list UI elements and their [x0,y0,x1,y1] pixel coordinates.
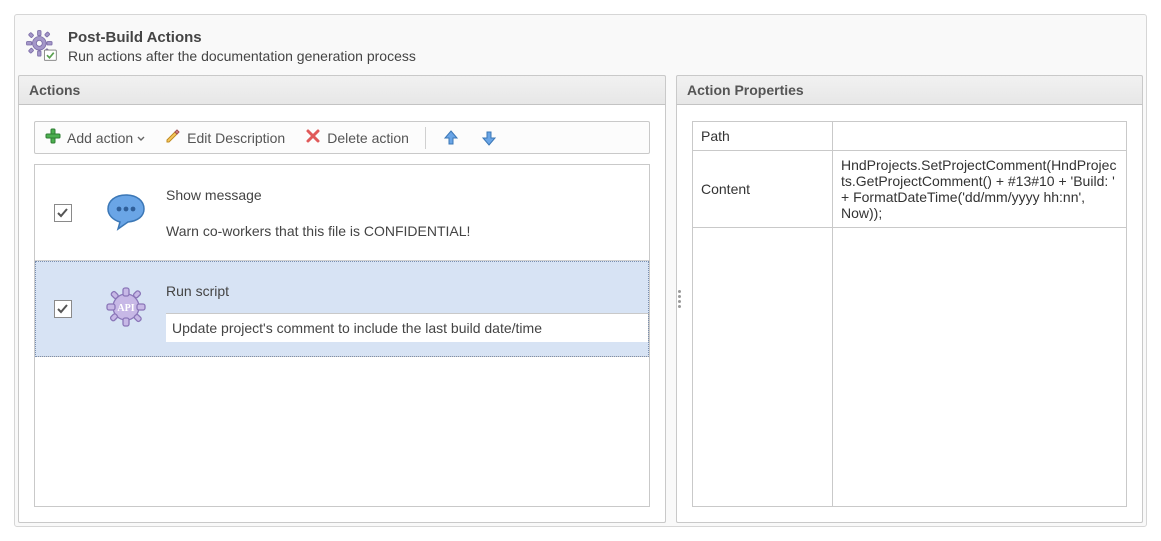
delete-action-button[interactable]: Delete action [301,126,413,149]
action-row[interactable]: API Run script Update project's comment … [35,261,649,357]
move-down-button[interactable] [476,127,502,149]
property-value[interactable]: HndProjects.SetProjectComment(HndProject… [833,151,1127,228]
property-grid-empty [693,228,1127,507]
action-description-editing[interactable]: Update project's comment to include the … [166,313,649,342]
move-up-button[interactable] [438,127,464,149]
property-key: Path [693,122,833,151]
actions-column: Actions Add action [18,75,666,523]
plus-icon [45,128,61,147]
actions-section-title: Actions [18,75,666,105]
action-checkbox[interactable] [54,300,72,318]
property-row[interactable]: Content HndProjects.SetProjectComment(Hn… [693,151,1127,228]
panel-header: Post-Build Actions Run actions after the… [18,18,1143,75]
svg-text:API: API [117,303,134,314]
edit-description-label: Edit Description [187,130,285,146]
action-title: Run script [166,283,649,299]
splitter-handle[interactable] [678,290,681,308]
property-row[interactable]: Path [693,122,1127,151]
action-checkbox[interactable] [54,204,72,222]
delete-action-label: Delete action [327,130,409,146]
post-build-actions-panel: Post-Build Actions Run actions after the… [14,14,1147,527]
speech-bubble-icon [102,187,150,238]
action-row[interactable]: Show message Warn co-workers that this f… [35,165,649,261]
pencil-icon [165,128,181,147]
actions-toolbar: Add action [34,121,650,154]
properties-grid[interactable]: Path Content HndProjects.SetProjectComme… [692,121,1127,507]
gear-check-icon [24,28,58,62]
action-title: Show message [166,187,639,203]
action-list[interactable]: Show message Warn co-workers that this f… [34,164,650,507]
properties-section-title: Action Properties [676,75,1143,105]
properties-column: Action Properties Path Content HndProjec… [676,75,1143,523]
delete-x-icon [305,128,321,147]
property-value[interactable] [833,122,1127,151]
add-action-label: Add action [67,130,133,146]
action-description: Warn co-workers that this file is CONFID… [166,223,639,239]
panel-subtitle: Run actions after the documentation gene… [68,47,416,65]
add-action-button[interactable]: Add action [41,126,149,149]
api-gear-icon: API [102,283,150,334]
panel-title: Post-Build Actions [68,28,416,47]
dropdown-caret-icon [137,130,145,146]
property-key: Content [693,151,833,228]
edit-description-button[interactable]: Edit Description [161,126,289,149]
